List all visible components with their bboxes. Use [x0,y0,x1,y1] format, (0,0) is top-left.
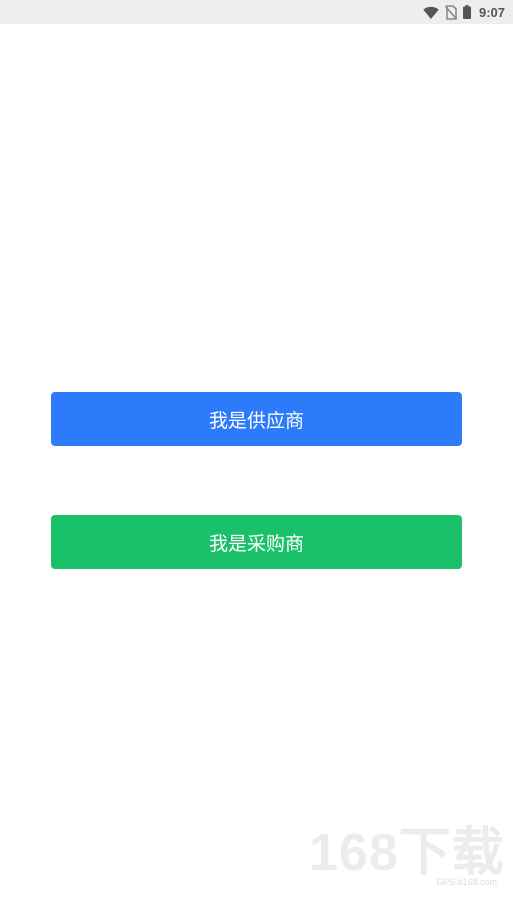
buyer-button[interactable]: 我是采购商 [51,515,462,569]
no-sim-icon [444,4,457,20]
buyer-button-label: 我是采购商 [208,532,304,555]
wifi-icon [423,6,439,19]
supplier-button[interactable]: 我是供应商 [51,392,462,446]
supplier-button-label: 我是供应商 [208,409,304,432]
watermark-logo-text: 168下载 [309,824,505,882]
battery-icon [462,5,471,19]
status-bar: 9:07 [0,0,513,24]
status-time: 9:07 [478,4,505,20]
watermark: 168下载 GPS.it168.com [309,827,504,887]
status-icons: 9:07 [423,0,505,24]
watermark-url: GPS.it168.com [436,877,497,887]
app-screen: 9:07 我是供应商 我是采购商 168下载 GPS.it168.com [0,0,513,913]
